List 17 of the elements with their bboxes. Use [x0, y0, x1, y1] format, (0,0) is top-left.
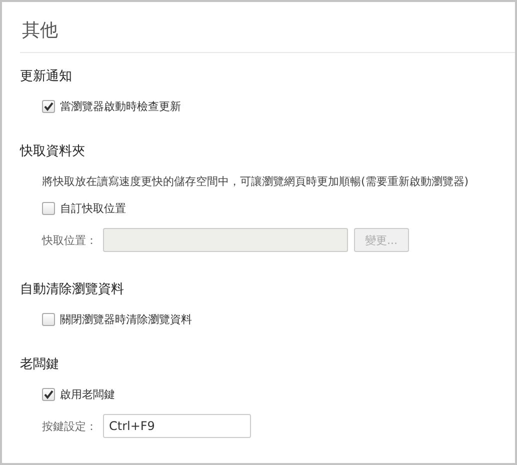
field-label: 快取位置： [42, 232, 97, 248]
checkbox[interactable] [42, 202, 55, 215]
field-label: 按鍵設定： [42, 418, 97, 434]
checkbox-label[interactable]: 當瀏覽器啟動時檢查更新 [60, 99, 181, 114]
section-heading: 更新通知 [20, 68, 73, 85]
hotkey-field[interactable]: Ctrl+F9 [103, 414, 251, 438]
section-heading: 快取資料夾 [20, 143, 86, 160]
section-heading: 老闆鍵 [20, 356, 60, 373]
checkbox[interactable] [42, 313, 55, 326]
description-text: 將快取放在讀寫速度更快的儲存空間中，可讓瀏覽網頁時更加順暢(需要重新啟動瀏覽器) [42, 174, 469, 189]
section-heading: 自動清除瀏覽資料 [20, 281, 125, 298]
checkbox[interactable] [42, 388, 55, 401]
checkbox-label[interactable]: 自訂快取位置 [60, 201, 126, 216]
checkbox-label[interactable]: 關閉瀏覽器時清除瀏覽資料 [60, 312, 192, 327]
checkbox[interactable] [42, 100, 55, 113]
page-title: 其他 [21, 19, 59, 43]
checkbox-label[interactable]: 啟用老闆鍵 [60, 387, 115, 402]
